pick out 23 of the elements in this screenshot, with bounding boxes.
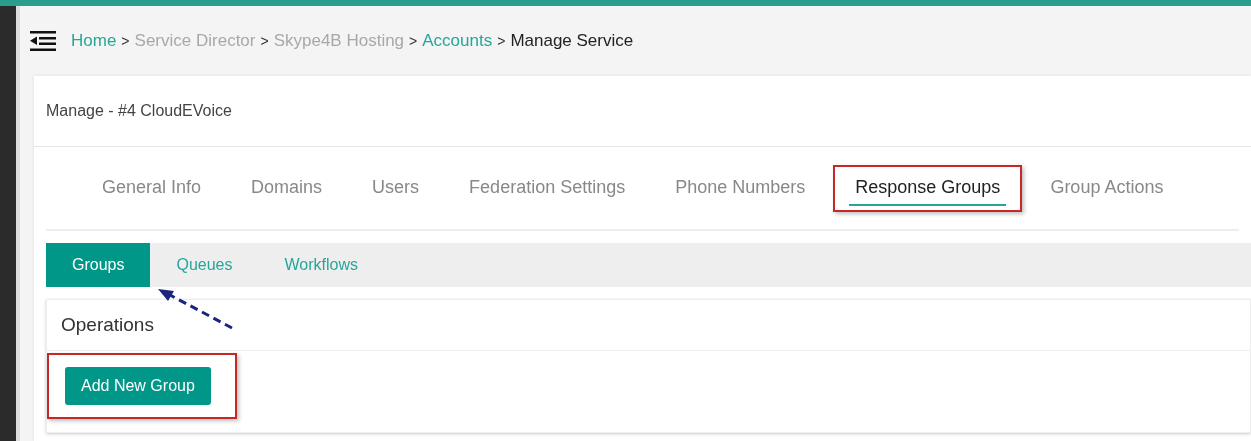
tab[interactable]: Domains: [245, 170, 329, 206]
subtab[interactable]: Queues: [150, 243, 259, 287]
breadcrumb-item[interactable]: Accounts: [422, 31, 493, 51]
subtab[interactable]: Groups: [46, 243, 151, 287]
breadcrumb-separator: >: [260, 33, 269, 49]
breadcrumb-item: Skype4B Hosting: [273, 31, 405, 51]
breadcrumb-separator: >: [121, 33, 130, 49]
page-title: Manage - #4 CloudEVoice: [34, 76, 1251, 147]
tab[interactable]: Federation Settings: [463, 170, 632, 206]
tab[interactable]: Users: [366, 170, 426, 206]
tab[interactable]: Group Actions: [1044, 170, 1170, 206]
tab[interactable]: General Info: [96, 170, 208, 206]
breadcrumb-separator: >: [497, 33, 506, 49]
panel-title: Operations: [47, 300, 1250, 351]
breadcrumb-separator: >: [409, 33, 418, 49]
breadcrumb-item: Service Director: [134, 31, 256, 51]
add-group-button[interactable]: Add New Group: [65, 367, 211, 405]
menu-collapse-icon[interactable]: [30, 30, 56, 52]
subtab[interactable]: Workflows: [258, 243, 384, 287]
breadcrumb-item[interactable]: Home: [71, 31, 117, 51]
tab[interactable]: Phone Numbers: [669, 170, 812, 206]
breadcrumb-item: Manage Service: [510, 31, 634, 51]
tab[interactable]: Response Groups: [849, 170, 1007, 206]
